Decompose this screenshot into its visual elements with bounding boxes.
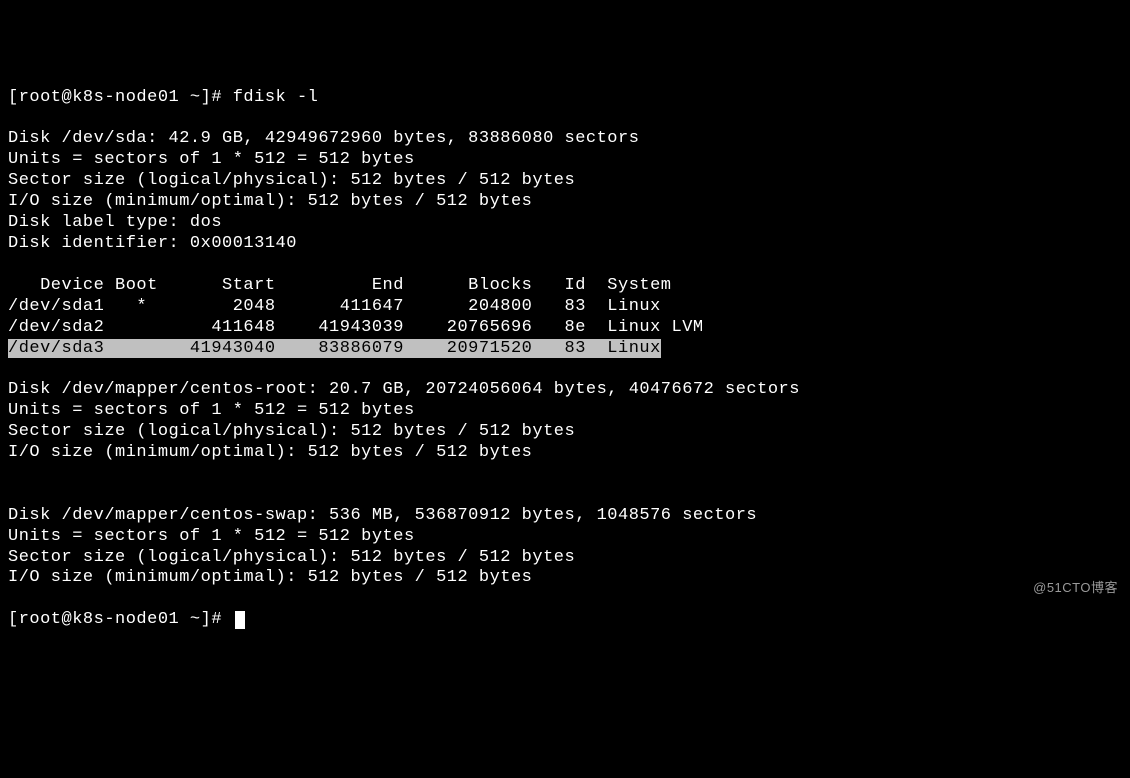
disk-swap-io: I/O size (minimum/optimal): 512 bytes / … (8, 568, 532, 587)
terminal-output: [root@k8s-node01 ~]# fdisk -l Disk /dev/… (8, 88, 1122, 632)
disk-root-io: I/O size (minimum/optimal): 512 bytes / … (8, 443, 532, 462)
shell-prompt-line: [root@k8s-node01 ~]# fdisk -l (8, 88, 318, 107)
disk-sda-header: Disk /dev/sda: 42.9 GB, 42949672960 byte… (8, 129, 639, 148)
partition-row-sda1: /dev/sda1 * 2048 411647 204800 83 Linux (8, 297, 661, 316)
disk-root-units: Units = sectors of 1 * 512 = 512 bytes (8, 401, 415, 420)
watermark-text: @51CTO博客 (1033, 580, 1118, 596)
disk-swap-units: Units = sectors of 1 * 512 = 512 bytes (8, 527, 415, 546)
partition-row-sda3-highlighted: /dev/sda3 41943040 83886079 20971520 83 … (8, 339, 661, 358)
disk-swap-header: Disk /dev/mapper/centos-swap: 536 MB, 53… (8, 506, 757, 525)
disk-root-header: Disk /dev/mapper/centos-root: 20.7 GB, 2… (8, 380, 800, 399)
disk-sda-io: I/O size (minimum/optimal): 512 bytes / … (8, 192, 532, 211)
partition-table-header: Device Boot Start End Blocks Id System (8, 276, 672, 295)
disk-sda-labeltype: Disk label type: dos (8, 213, 222, 232)
disk-sda-sector: Sector size (logical/physical): 512 byte… (8, 171, 575, 190)
disk-sda-identifier: Disk identifier: 0x00013140 (8, 234, 297, 253)
partition-row-sda2: /dev/sda2 411648 41943039 20765696 8e Li… (8, 318, 704, 337)
shell-prompt[interactable]: [root@k8s-node01 ~]# (8, 610, 233, 629)
disk-sda-units: Units = sectors of 1 * 512 = 512 bytes (8, 150, 415, 169)
cursor-icon (235, 611, 245, 630)
disk-root-sector: Sector size (logical/physical): 512 byte… (8, 422, 575, 441)
disk-swap-sector: Sector size (logical/physical): 512 byte… (8, 548, 575, 567)
